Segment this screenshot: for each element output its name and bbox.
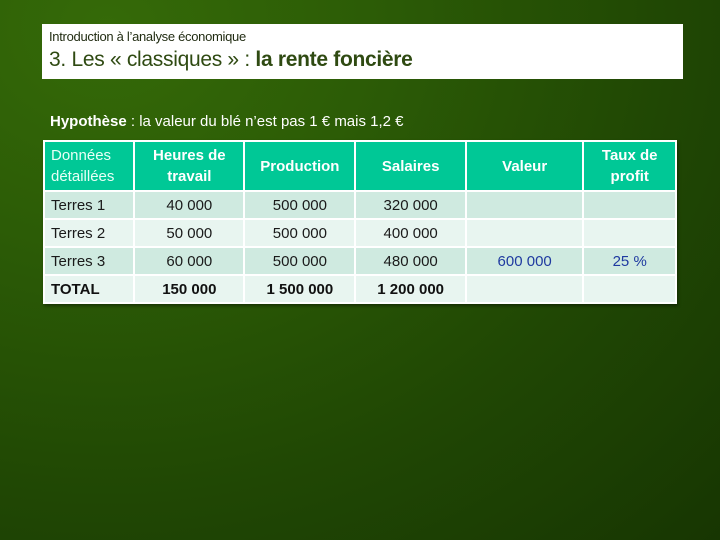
cell-taux-profit	[582, 274, 677, 304]
cell-heures: 60 000	[133, 246, 246, 276]
data-table: Données détaillées Heures de travail Pro…	[42, 140, 677, 304]
slide-title: 3. Les « classiques » : la rente foncièr…	[49, 48, 413, 72]
hypothesis-label: Hypothèse	[50, 113, 127, 130]
cell-salaires: 1 200 000	[354, 274, 467, 304]
cell-production: 500 000	[243, 190, 357, 220]
cell-valeur	[464, 274, 585, 304]
cell-valeur	[464, 218, 585, 248]
header-donnees: Données détaillées	[42, 140, 136, 192]
cell-production: 500 000	[243, 246, 357, 276]
course-subtitle: Introduction à l’analyse économique	[49, 29, 246, 44]
hypothesis-line: Hypothèse : la valeur du blé n’est pas 1…	[50, 113, 404, 130]
table-header-row: Données détaillées Heures de travail Pro…	[42, 140, 677, 192]
table-row-total: TOTAL 150 000 1 500 000 1 200 000	[42, 274, 677, 304]
row-label: Terres 2	[42, 218, 136, 248]
cell-taux-profit	[582, 218, 677, 248]
cell-heures: 50 000	[133, 218, 246, 248]
header-heures: Heures de travail	[133, 140, 246, 192]
cell-production: 500 000	[243, 218, 357, 248]
row-label: Terres 1	[42, 190, 136, 220]
cell-salaires: 320 000	[354, 190, 467, 220]
cell-salaires: 400 000	[354, 218, 467, 248]
header-taux-profit: Taux de profit	[582, 140, 677, 192]
cell-valeur	[464, 190, 585, 220]
cell-taux-profit: 25 %	[582, 246, 677, 276]
cell-heures: 40 000	[133, 190, 246, 220]
cell-heures: 150 000	[133, 274, 246, 304]
table-row: Terres 1 40 000 500 000 320 000	[42, 190, 677, 220]
slide-title-prefix: 3. Les « classiques » :	[49, 48, 256, 71]
slide-title-bold: la rente foncière	[255, 48, 413, 71]
hypothesis-text: : la valeur du blé n’est pas 1 € mais 1,…	[126, 113, 404, 130]
header-valeur: Valeur	[464, 140, 585, 192]
table-row: Terres 2 50 000 500 000 400 000	[42, 218, 677, 248]
title-box: Introduction à l’analyse économique 3. L…	[42, 24, 683, 79]
cell-taux-profit	[582, 190, 677, 220]
table-row: Terres 3 60 000 500 000 480 000 600 000 …	[42, 246, 677, 276]
cell-production: 1 500 000	[243, 274, 357, 304]
cell-valeur: 600 000	[464, 246, 585, 276]
cell-salaires: 480 000	[354, 246, 467, 276]
row-label: Terres 3	[42, 246, 136, 276]
header-production: Production	[243, 140, 357, 192]
header-salaires: Salaires	[354, 140, 467, 192]
row-label: TOTAL	[42, 274, 136, 304]
